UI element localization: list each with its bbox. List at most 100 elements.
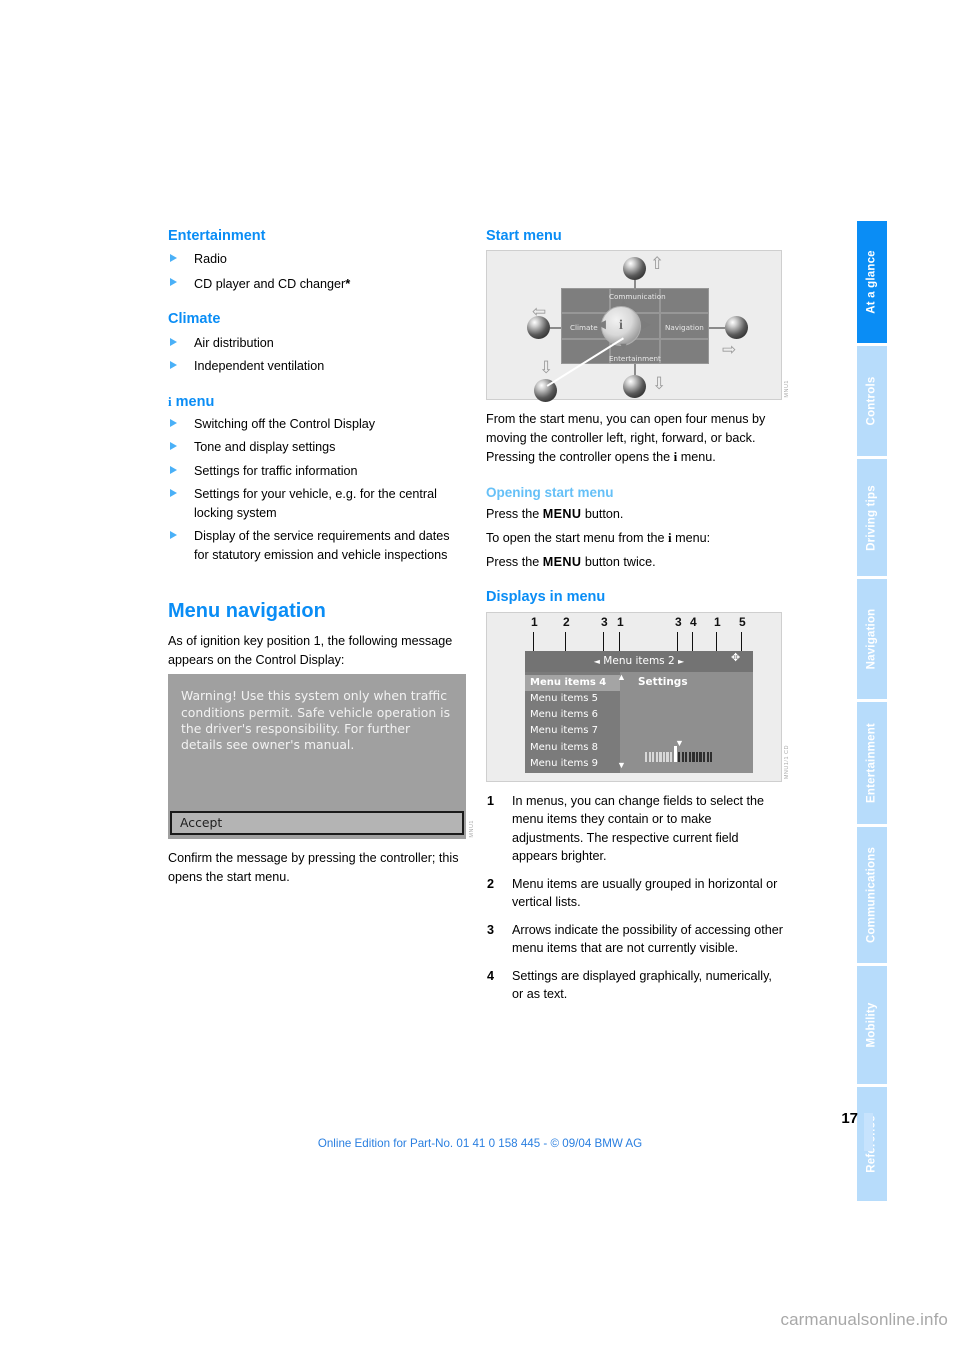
controller-ball-down — [623, 375, 646, 399]
list-item-label: Independent ventilation — [194, 359, 325, 374]
text-part: Press the — [486, 506, 543, 521]
list-i-menu: Switching off the Control Display Tone a… — [168, 415, 466, 565]
triangle-bullet-icon — [170, 337, 177, 346]
watermark: carmanualsonline.info — [780, 1310, 948, 1329]
heading-start-menu: Start menu — [486, 228, 562, 244]
setting-pointer-arrow-icon: ▼ — [675, 737, 684, 748]
heading-menu-navigation: Menu navigation — [168, 600, 326, 623]
triangle-bullet-icon — [170, 277, 177, 286]
paragraph-part: menu. — [677, 450, 716, 465]
heading-i-menu: i menu — [168, 394, 466, 410]
chevron-left-icon: ◄ — [594, 316, 609, 334]
text-part: menu: — [671, 531, 711, 546]
connector-line — [634, 280, 636, 291]
note-text: In menus, you can change fields to selec… — [512, 793, 765, 864]
list-item[interactable]: Menu items 9 — [530, 756, 620, 772]
tab-label: At a glance — [865, 250, 878, 314]
chapter-tab-rail: At a glance Controls Driving tips Naviga… — [857, 221, 887, 1201]
triangle-bullet-icon — [170, 489, 177, 498]
list-item[interactable]: Menu items 7 — [530, 723, 620, 739]
arrow-left-icon: ⇦ — [532, 302, 547, 322]
left-column: Entertainment Radio CD player and CD cha… — [168, 228, 475, 891]
list-item[interactable]: Menu items 5 — [530, 691, 620, 707]
label-navigation: Navigation — [665, 323, 704, 333]
tab-communications[interactable]: Communications — [857, 827, 887, 963]
text-part: button. — [581, 506, 624, 521]
info-i-icon: i — [168, 393, 172, 409]
list-item: Switching off the Control Display — [168, 415, 466, 434]
list-climate: Air distribution Independent ventilation — [168, 334, 466, 376]
tab-label: Communications — [865, 846, 878, 944]
controller-ball-up — [623, 257, 646, 281]
note-text: Arrows indicate the possibility of acces… — [512, 922, 783, 956]
control-display-screen: ◄ Menu items 2 ► Menu items 4 Menu items… — [525, 650, 753, 773]
tab-label: Controls — [865, 376, 878, 426]
manual-page: At a glance Controls Driving tips Naviga… — [0, 0, 960, 1358]
menu-item-list[interactable]: Menu items 4 Menu items 5 Menu items 6 M… — [525, 671, 620, 773]
triangle-bullet-icon — [170, 418, 177, 427]
controller-ball-press — [534, 379, 557, 403]
accept-button[interactable]: Accept — [170, 811, 464, 836]
note-item: 4 Settings are displayed graphically, nu… — [486, 967, 784, 1004]
arrow-up-icon: ⇧ — [650, 254, 665, 274]
controller-ball-right — [725, 316, 748, 340]
note-text: Menu items are usually grouped in horizo… — [512, 876, 778, 910]
list-item-label: CD player and CD changer — [194, 276, 346, 291]
chevron-left-icon: ◄ — [593, 656, 600, 666]
list-item: Independent ventilation — [168, 357, 466, 376]
displays-in-menu-notes: 1 In menus, you can change fields to sel… — [486, 792, 784, 1004]
list-item-label: Radio — [194, 252, 227, 267]
chevron-right-icon: ► — [639, 316, 654, 334]
chevron-up-icon: ▲ — [618, 297, 629, 310]
list-item[interactable]: Menu items 8 — [530, 740, 620, 756]
chevron-down-icon: ▼ — [618, 341, 629, 354]
text-part: button twice. — [581, 554, 656, 569]
tab-label: Navigation — [865, 608, 878, 670]
list-item: Radio — [168, 250, 466, 269]
tab-controls[interactable]: Controls — [857, 346, 887, 456]
scroll-up-arrow-icon: ▲ — [617, 671, 626, 682]
menu-button-keyword: MENU — [542, 554, 582, 569]
note-number: 1 — [487, 793, 495, 808]
arrow-down-icon: ⇩ — [652, 374, 667, 394]
list-item[interactable]: Menu items 4 — [525, 674, 620, 691]
connector-line — [709, 327, 725, 329]
heading-opening-start-menu: Opening start menu — [486, 484, 614, 500]
grid-cell — [561, 288, 610, 314]
note-number: 3 — [487, 922, 495, 937]
tab-entertainment[interactable]: Entertainment — [857, 702, 887, 824]
heading-displays-in-menu: Displays in menu — [486, 589, 606, 606]
triangle-bullet-icon — [170, 531, 177, 540]
note-number: 4 — [487, 968, 495, 983]
callout-number: 1 — [714, 614, 721, 629]
navigate-compass-icon: ✥ — [731, 651, 741, 664]
right-column: Start menu Communication Climate Navigat… — [486, 228, 790, 1013]
tab-label: Entertainment — [865, 723, 878, 803]
tab-at-a-glance[interactable]: At a glance — [857, 221, 887, 343]
note-number: 2 — [487, 876, 495, 891]
control-display-mock: Warning! Use this system only when traff… — [168, 674, 466, 840]
tab-label: Mobility — [865, 1002, 878, 1048]
callout-number: 1 — [617, 614, 624, 629]
heading-climate: Climate — [168, 311, 221, 328]
tab-mobility[interactable]: Mobility — [857, 966, 887, 1084]
list-item: Display of the service requirements and … — [168, 527, 466, 564]
grid-cell — [660, 339, 709, 365]
level-bar-marker — [673, 745, 677, 762]
text-part: Press the — [486, 554, 543, 569]
optional-equipment-asterisk: * — [345, 275, 351, 291]
heading-i-menu-label: menu — [175, 393, 215, 410]
connector-line — [550, 327, 561, 329]
triangle-bullet-icon — [170, 361, 177, 370]
tab-navigation[interactable]: Navigation — [857, 579, 887, 699]
triangle-bullet-icon — [170, 465, 177, 474]
menu-header: ◄ Menu items 2 ► — [525, 650, 753, 672]
callout-number: 3 — [601, 614, 608, 629]
menu-navigation-intro: As of ignition key position 1, the follo… — [168, 634, 453, 667]
note-item: 1 In menus, you can change fields to sel… — [486, 792, 784, 866]
menu-navigation-after: Confirm the message by pressing the cont… — [168, 851, 459, 884]
scroll-down-arrow-icon: ▼ — [617, 759, 626, 770]
tab-driving-tips[interactable]: Driving tips — [857, 459, 887, 576]
list-item[interactable]: Menu items 6 — [530, 707, 620, 723]
settings-level-bar[interactable] — [645, 745, 713, 762]
